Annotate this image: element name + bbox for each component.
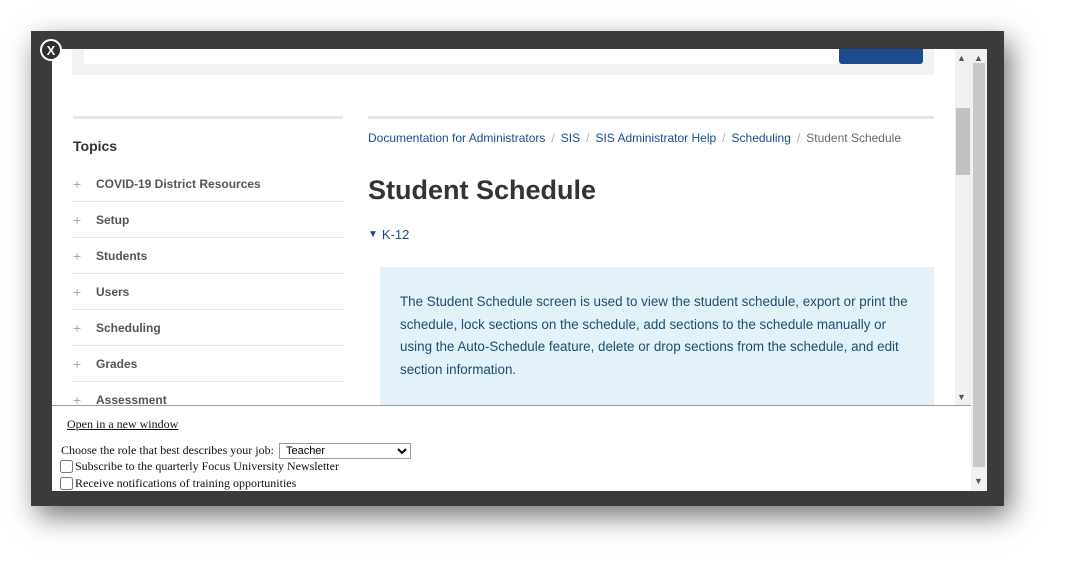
breadcrumb-separator: / [796, 131, 801, 145]
plus-icon: + [73, 175, 82, 192]
scroll-up-arrow-icon[interactable]: ▲ [957, 53, 966, 63]
subscribe-row: Subscribe to the quarterly Focus Univers… [60, 459, 339, 474]
search-input[interactable] [84, 49, 922, 64]
notifications-checkbox[interactable] [60, 477, 73, 490]
info-box: The Student Schedule screen is used to v… [380, 267, 934, 405]
topic-item-setup[interactable]: + Setup [73, 202, 343, 238]
modal-footer: Open in a new window Choose the role tha… [52, 406, 971, 491]
modal-content: Topics + COVID-19 District Resources + Set… [52, 49, 987, 491]
topic-item-scheduling[interactable]: + Scheduling [73, 310, 343, 346]
topic-label: Students [96, 248, 148, 263]
search-panel [72, 49, 934, 75]
search-button[interactable] [839, 49, 923, 64]
topic-item-assessment[interactable]: + Assessment [73, 382, 343, 406]
breadcrumb-link-sis-admin-help[interactable]: SIS Administrator Help [595, 131, 716, 145]
scroll-down-arrow-icon[interactable]: ▼ [974, 476, 983, 486]
close-button[interactable]: X [40, 39, 62, 61]
breadcrumb-link-sis[interactable]: SIS [561, 131, 580, 145]
topic-item-covid[interactable]: + COVID-19 District Resources [73, 166, 343, 202]
article: Documentation for Administrators / SIS / SIS… [368, 116, 934, 405]
topic-label: Setup [96, 212, 130, 227]
scroll-up-arrow-icon[interactable]: ▲ [974, 53, 983, 63]
plus-icon: + [73, 283, 82, 300]
topic-label: Grades [96, 356, 138, 371]
role-select[interactable]: Teacher [278, 443, 411, 459]
topics-sidebar: Topics + COVID-19 District Resources + Set… [73, 116, 343, 405]
role-row: Choose the role that best describes your… [61, 443, 411, 459]
inner-scrollbar[interactable]: ▲ ▼ [955, 49, 971, 405]
subscribe-label: Subscribe to the quarterly Focus Univers… [75, 459, 339, 473]
breadcrumb-link-scheduling[interactable]: Scheduling [732, 131, 791, 145]
inner-scrollbar-thumb[interactable] [956, 108, 970, 175]
page-title: Student Schedule [368, 175, 597, 205]
topic-item-students[interactable]: + Students [73, 238, 343, 274]
outer-scrollbar[interactable]: ▲ ▼ [971, 49, 987, 491]
topic-label: Assessment [96, 392, 167, 406]
topic-item-grades[interactable]: + Grades [73, 346, 343, 382]
topic-label: Scheduling [96, 320, 161, 335]
plus-icon: + [73, 211, 82, 228]
section-label: K-12 [381, 227, 410, 242]
topic-item-users[interactable]: + Users [73, 274, 343, 310]
breadcrumb-link-documentation[interactable]: Documentation for Administrators [368, 131, 545, 145]
documentation-frame: Topics + COVID-19 District Resources + Set… [52, 49, 955, 405]
topics-title: Topics [73, 138, 118, 154]
info-text: The Student Schedule screen is used to v… [400, 294, 908, 377]
plus-icon: + [73, 391, 82, 406]
notifications-label: Receive notifications of training opport… [75, 476, 297, 490]
breadcrumb: Documentation for Administrators / SIS / SIS… [368, 131, 934, 145]
notifications-row: Receive notifications of training opport… [60, 476, 296, 491]
plus-icon: + [73, 355, 82, 372]
chevron-down-icon: ▼ [368, 229, 378, 240]
breadcrumb-separator: / [551, 131, 555, 145]
plus-icon: + [73, 319, 82, 336]
breadcrumb-separator: / [586, 131, 590, 145]
open-new-window-link[interactable]: Open in a new window [67, 417, 178, 432]
topic-label: COVID-19 District Resources [96, 176, 261, 191]
breadcrumb-current: Student Schedule [806, 131, 901, 145]
topic-label: Users [96, 284, 130, 299]
plus-icon: + [73, 247, 82, 264]
outer-scrollbar-thumb[interactable] [973, 63, 985, 467]
role-label: Choose the role that best describes your… [61, 443, 274, 457]
scroll-down-arrow-icon[interactable]: ▼ [957, 392, 966, 402]
section-toggle-k12[interactable]: ▼ K-12 [368, 227, 934, 242]
breadcrumb-separator: / [722, 131, 726, 145]
subscribe-checkbox[interactable] [60, 460, 73, 473]
